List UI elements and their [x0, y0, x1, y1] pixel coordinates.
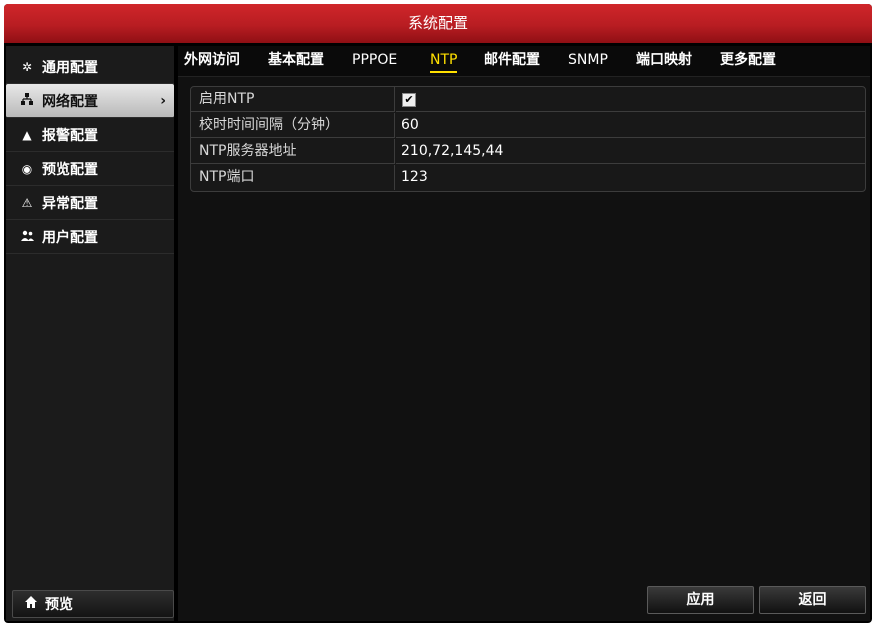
warning-icon: ⚠ [21, 195, 33, 210]
enable-ntp-checkbox[interactable]: ✔ [402, 93, 416, 107]
sidebar-item-network[interactable]: 网络配置 › [6, 84, 174, 118]
interval-label: 校时时间间隔（分钟） [191, 113, 395, 138]
tab-bar: 外网访问 基本配置 PPPOE NTP 邮件配置 SNMP 端口映射 更多配置 [178, 46, 870, 77]
sidebar-item-user[interactable]: 用户配置 [6, 220, 174, 254]
enable-ntp-label: 启用NTP [191, 87, 395, 112]
sidebar-item-alarm[interactable]: ▲ 报警配置 [6, 118, 174, 152]
tab-external-access[interactable]: 外网访问 [184, 46, 240, 76]
ntp-settings-table: 启用NTP ✔ 校时时间间隔（分钟） 60 NTP服务器地址 210,72,14… [190, 86, 866, 192]
users-icon [20, 230, 34, 244]
port-field[interactable]: 123 [396, 165, 865, 190]
sidebar-item-exception[interactable]: ⚠ 异常配置 [6, 186, 174, 220]
main-panel: 外网访问 基本配置 PPPOE NTP 邮件配置 SNMP 端口映射 更多配置 … [178, 46, 870, 621]
table-row-interval: 校时时间间隔（分钟） 60 [191, 113, 865, 139]
alarm-bell-icon: ▲ [22, 127, 32, 142]
tab-more-config[interactable]: 更多配置 [720, 46, 776, 76]
system-config-window: 系统配置 ✲ 通用配置 网络配置 › ▲ 报警配置 ◉ 预览配置 ⚠ 异常配置 [4, 4, 872, 623]
tab-ntp[interactable]: NTP [430, 46, 458, 76]
sidebar-item-preview-config[interactable]: ◉ 预览配置 [6, 152, 174, 186]
table-row-port: NTP端口 123 [191, 165, 865, 191]
sidebar-item-label: 用户配置 [42, 229, 98, 246]
network-icon [20, 93, 34, 108]
sidebar-item-label: 网络配置 [42, 93, 98, 110]
table-row-server: NTP服务器地址 210,72,145,44 [191, 139, 865, 165]
interval-field[interactable]: 60 [396, 113, 865, 138]
enable-ntp-cell: ✔ [396, 87, 865, 112]
tab-pppoe[interactable]: PPPOE [352, 46, 397, 76]
preview-button[interactable]: 预览 [12, 590, 174, 618]
table-row-enable-ntp: 启用NTP ✔ [191, 87, 865, 113]
tab-port-mapping[interactable]: 端口映射 [636, 46, 692, 76]
sidebar-item-label: 预览配置 [42, 161, 98, 178]
server-address-field[interactable]: 210,72,145,44 [396, 139, 865, 164]
sidebar-item-general[interactable]: ✲ 通用配置 [6, 50, 174, 84]
tab-email-config[interactable]: 邮件配置 [484, 46, 540, 76]
apply-button[interactable]: 应用 [647, 586, 754, 614]
sidebar-item-label: 异常配置 [42, 195, 98, 212]
sidebar-item-label: 通用配置 [42, 59, 98, 76]
home-icon [25, 596, 37, 612]
window-title: 系统配置 [4, 4, 872, 43]
sidebar: ✲ 通用配置 网络配置 › ▲ 报警配置 ◉ 预览配置 ⚠ 异常配置 用户配置 [6, 46, 174, 621]
tab-snmp[interactable]: SNMP [568, 46, 608, 76]
preview-button-label: 预览 [45, 597, 73, 613]
tab-basic-config[interactable]: 基本配置 [268, 46, 324, 76]
gear-icon: ✲ [21, 59, 33, 74]
eye-icon: ◉ [21, 161, 33, 176]
server-label: NTP服务器地址 [191, 139, 395, 164]
back-button[interactable]: 返回 [759, 586, 866, 614]
chevron-right-icon: › [160, 92, 166, 109]
port-label: NTP端口 [191, 165, 395, 190]
sidebar-item-label: 报警配置 [42, 127, 98, 144]
